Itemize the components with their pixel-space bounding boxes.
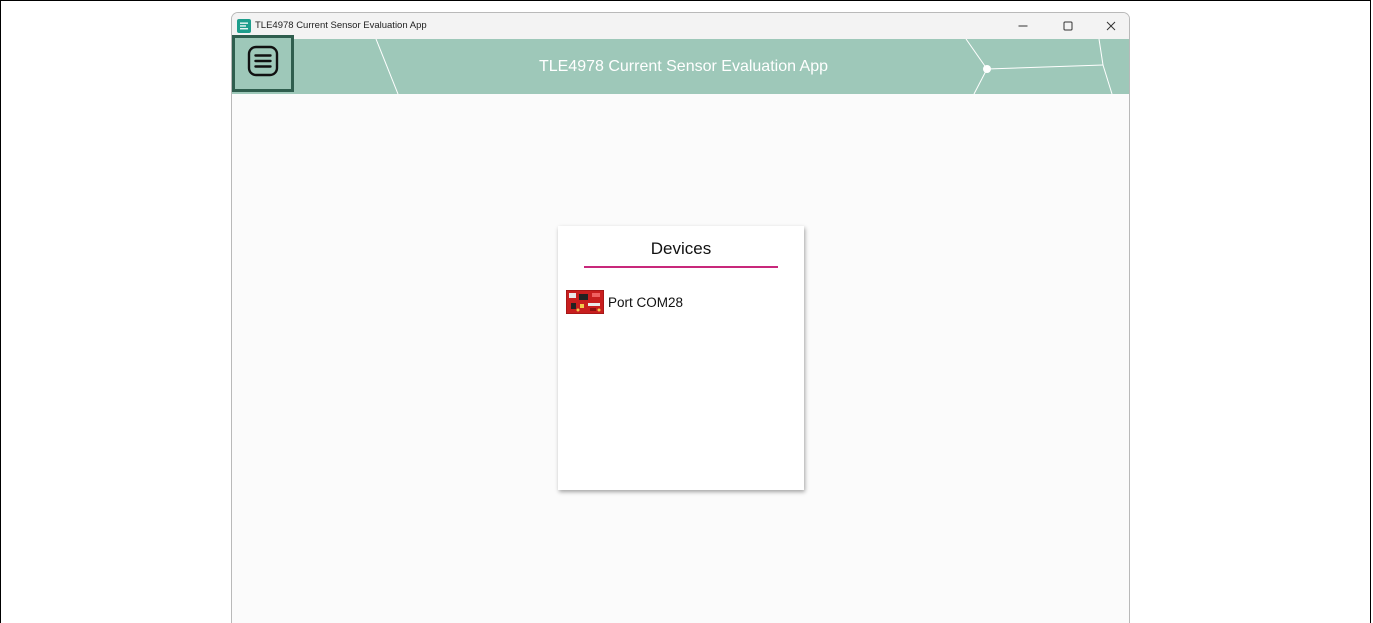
app-window: TLE4978 Current Sensor Evaluation App TL… [231,12,1130,623]
title-bar[interactable]: TLE4978 Current Sensor Evaluation App [232,13,1129,39]
window-title: TLE4978 Current Sensor Evaluation App [255,20,427,31]
board-thumbnail-icon [565,289,605,315]
devices-title: Devices [650,239,712,258]
app-header: TLE4978 Current Sensor Evaluation App [232,39,1129,94]
header-title: TLE4978 Current Sensor Evaluation App [538,57,829,75]
maximize-button[interactable] [1048,13,1088,39]
minimize-button[interactable] [1003,13,1043,39]
app-icon [237,19,251,33]
hamburger-menu-icon [246,44,280,83]
close-button[interactable] [1091,13,1129,39]
close-icon [1106,21,1116,31]
device-label: Port COM28 [608,294,684,310]
devices-title-underline [584,266,778,268]
minimize-icon [1018,21,1028,31]
device-item-com28[interactable]: Port COM28 [565,289,684,315]
devices-panel: Devices Port COM28 [558,226,804,490]
maximize-icon [1063,21,1073,31]
hamburger-menu-button[interactable] [232,35,294,92]
